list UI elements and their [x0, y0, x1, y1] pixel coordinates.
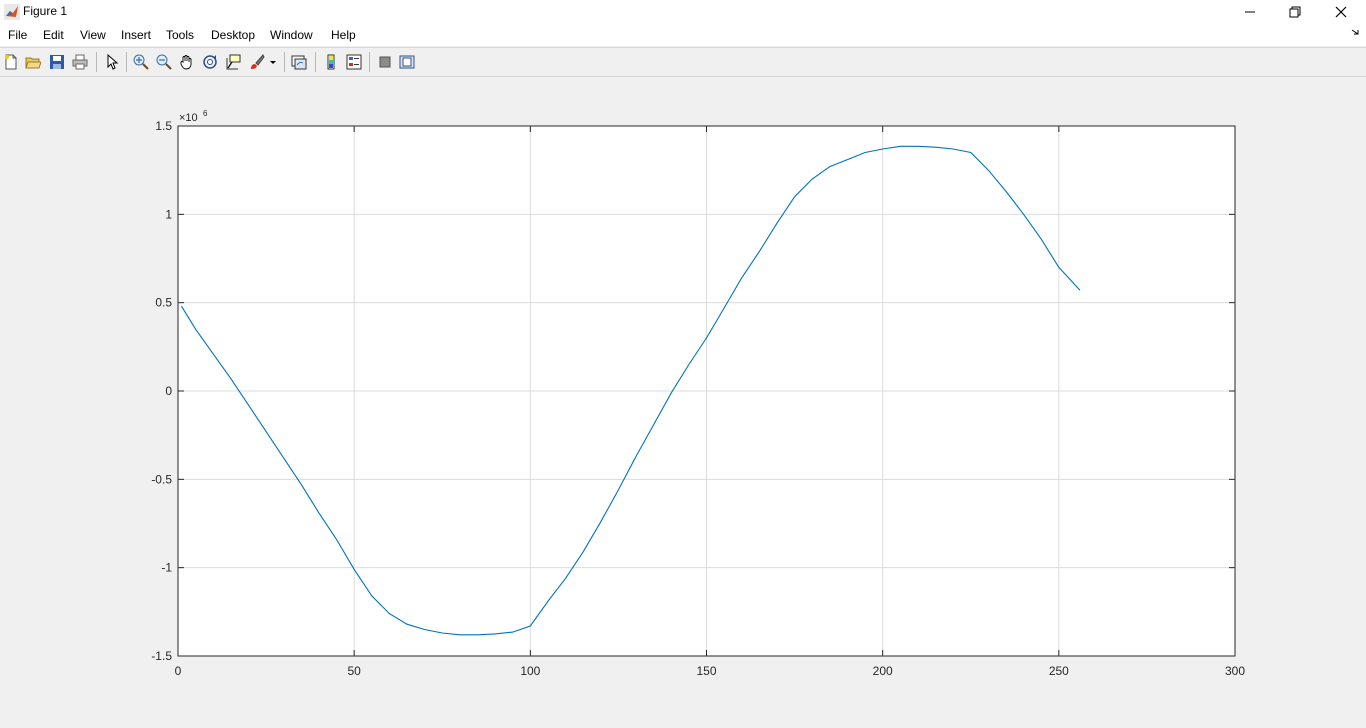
figure-canvas[interactable]: 0 50 100 150 200 250 300 -1.5 -1 -0.5 0 0.5 1 1.5 ×10… — [0, 76, 1366, 728]
toolbar-separator — [315, 52, 316, 72]
zoom-out-icon — [156, 54, 172, 70]
brush-button[interactable] — [248, 53, 266, 71]
x-tick-label: 200 — [873, 664, 893, 678]
y-exponent-power: 6 — [203, 109, 208, 118]
new-figure-icon — [5, 54, 17, 70]
menu-bar: File Edit View Insert Tools Desktop Wind… — [0, 24, 1366, 46]
data-cursor-icon — [226, 54, 241, 70]
brush-dropdown[interactable] — [268, 53, 278, 71]
save-icon — [50, 55, 64, 69]
new-figure-button[interactable] — [2, 53, 20, 71]
menu-tools[interactable]: Tools — [166, 28, 194, 42]
pan-button[interactable] — [178, 53, 196, 71]
data-cursor-button[interactable] — [224, 53, 242, 71]
x-tick-label: 250 — [1049, 664, 1069, 678]
chevron-down-icon — [270, 61, 276, 64]
y-tick-label: 1.5 — [155, 119, 172, 133]
minimize-button[interactable] — [1227, 0, 1273, 24]
open-file-icon — [25, 57, 41, 69]
toolbar-separator — [369, 52, 370, 72]
zoom-in-button[interactable] — [132, 53, 150, 71]
title-bar: Figure 1 — [0, 0, 1366, 24]
window-title: Figure 1 — [23, 4, 68, 18]
save-button[interactable] — [48, 53, 66, 71]
x-tick-label: 0 — [175, 664, 182, 678]
select-pointer-button[interactable] — [103, 53, 121, 71]
colorbar-button[interactable] — [322, 53, 340, 71]
figure-toolbar — [0, 47, 1366, 77]
print-button[interactable] — [71, 53, 89, 71]
zoom-out-button[interactable] — [155, 53, 173, 71]
legend-icon — [346, 54, 362, 70]
menu-dock-arrow-icon[interactable] — [1350, 27, 1360, 37]
y-tick-label: -1 — [161, 561, 172, 575]
x-tick-label: 300 — [1225, 664, 1245, 678]
close-button[interactable] — [1318, 0, 1364, 24]
link-plot-icon — [291, 55, 307, 70]
toolbar-separator — [96, 52, 97, 72]
menu-edit[interactable]: Edit — [43, 28, 64, 42]
zoom-in-icon — [133, 54, 149, 70]
print-icon — [72, 54, 88, 70]
x-tick-label: 150 — [696, 664, 716, 678]
minimize-icon — [1245, 11, 1255, 13]
menu-help[interactable]: Help — [331, 28, 356, 42]
open-file-button[interactable] — [24, 53, 42, 71]
y-exponent-label: ×10 — [179, 112, 198, 124]
menu-view[interactable]: View — [80, 28, 106, 42]
matlab-icon — [4, 4, 20, 20]
y-tick-label: -1.5 — [151, 649, 172, 663]
rotate-3d-button[interactable] — [201, 53, 219, 71]
menu-desktop[interactable]: Desktop — [211, 28, 255, 42]
show-plot-tools-button[interactable] — [398, 53, 416, 71]
x-tick-label: 100 — [520, 664, 540, 678]
x-tick-label: 50 — [347, 664, 361, 678]
menu-insert[interactable]: Insert — [121, 28, 151, 42]
rotate-3d-icon — [203, 55, 217, 69]
link-plot-button[interactable] — [290, 53, 308, 71]
select-pointer-icon — [107, 54, 119, 70]
y-tick-label: 0.5 — [155, 296, 172, 310]
menu-window[interactable]: Window — [270, 28, 313, 42]
toolbar-separator — [284, 52, 285, 72]
y-tick-label: 0 — [165, 384, 172, 398]
close-icon — [1335, 6, 1347, 18]
restore-icon — [1289, 6, 1301, 18]
restore-button[interactable] — [1272, 0, 1318, 24]
menu-file[interactable]: File — [8, 28, 27, 42]
legend-button[interactable] — [345, 53, 363, 71]
colorbar-icon — [327, 54, 335, 70]
toolbar-separator — [126, 52, 127, 72]
y-tick-label: -0.5 — [151, 472, 172, 486]
y-tick-label: 1 — [165, 207, 172, 221]
hide-plot-tools-icon — [379, 56, 391, 68]
pan-hand-icon — [180, 55, 192, 70]
show-plot-tools-icon — [399, 55, 415, 69]
hide-plot-tools-button[interactable] — [376, 53, 394, 71]
brush-icon — [251, 54, 265, 69]
